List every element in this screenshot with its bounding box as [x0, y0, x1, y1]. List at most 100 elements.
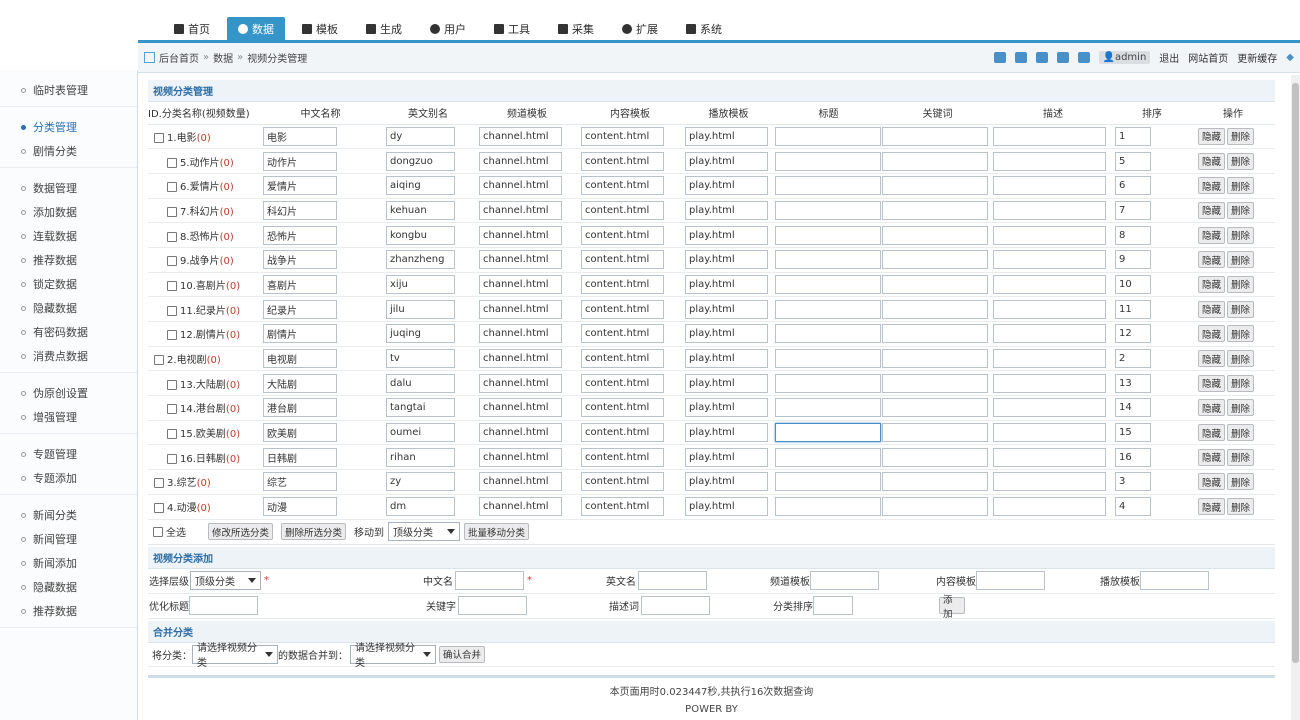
row-checkbox[interactable]	[167, 305, 177, 316]
sidebar-item[interactable]: 专题管理	[0, 442, 137, 466]
row-checkbox[interactable]	[167, 256, 177, 267]
description-input[interactable]	[993, 200, 1106, 220]
content-template-input[interactable]: content.html	[581, 373, 664, 393]
sort-input[interactable]: 6	[1115, 176, 1151, 196]
title-input[interactable]	[775, 324, 881, 344]
sidebar-item[interactable]: 新闻分类	[0, 503, 137, 527]
sort-input[interactable]	[813, 596, 853, 615]
content-template-input[interactable]: content.html	[581, 176, 664, 196]
sidebar-item[interactable]: 专题添加	[0, 466, 137, 490]
sort-input[interactable]: 2	[1115, 349, 1151, 369]
cn-name-input[interactable]: 欧美剧	[263, 423, 337, 443]
keywords-input[interactable]	[882, 398, 988, 418]
cn-name-input[interactable]: 科幻片	[263, 200, 337, 220]
en-alias-input[interactable]: zy	[386, 472, 455, 492]
row-checkbox[interactable]	[167, 280, 177, 291]
delete-button[interactable]: 删除	[1227, 201, 1255, 219]
sort-input[interactable]: 16	[1115, 447, 1151, 467]
content-template-input[interactable]: content.html	[581, 472, 664, 492]
category-name[interactable]: 欧美剧	[196, 429, 226, 440]
keywords-input[interactable]	[882, 349, 988, 369]
description-input[interactable]	[993, 324, 1106, 344]
title-input[interactable]	[775, 176, 881, 196]
en-alias-input[interactable]: juqing	[386, 324, 455, 344]
keywords-input[interactable]	[882, 176, 988, 196]
sidebar-item[interactable]: 有密码数据	[0, 320, 137, 344]
category-name[interactable]: 爱情片	[190, 182, 220, 193]
content-template-input[interactable]: content.html	[581, 398, 664, 418]
nav-tab-8[interactable]: 系统	[675, 17, 733, 40]
channel-template-input[interactable]: channel.html	[479, 472, 562, 492]
scrollbar[interactable]	[1291, 75, 1300, 720]
delete-button[interactable]: 删除	[1227, 399, 1255, 417]
en-alias-input[interactable]: rihan	[386, 447, 455, 467]
delete-button[interactable]: 删除	[1227, 325, 1255, 343]
keywords-input[interactable]	[882, 472, 988, 492]
category-name[interactable]: 恐怖片	[190, 232, 220, 243]
play-template-input[interactable]: play.html	[685, 299, 768, 319]
hide-button[interactable]: 隐藏	[1198, 275, 1226, 293]
row-checkbox[interactable]	[154, 132, 164, 143]
channel-template-input[interactable]: channel.html	[479, 423, 562, 443]
description-input[interactable]	[993, 472, 1106, 492]
description-input[interactable]	[993, 447, 1106, 467]
cn-name-input[interactable]: 剧情片	[263, 324, 337, 344]
description-input[interactable]	[993, 423, 1106, 443]
channel-template-input[interactable]: channel.html	[479, 126, 562, 146]
keywords-input[interactable]	[882, 225, 988, 245]
title-input[interactable]	[775, 151, 881, 171]
play-template-input[interactable]: play.html	[685, 274, 768, 294]
content-template-input[interactable]: content.html	[581, 151, 664, 171]
breadcrumb-data[interactable]: 数据	[213, 50, 233, 65]
category-name[interactable]: 动作片	[190, 158, 220, 169]
category-name[interactable]: 剧情片	[196, 330, 226, 341]
sidebar-item[interactable]: 添加数据	[0, 200, 137, 224]
row-checkbox[interactable]	[167, 182, 177, 193]
content-template-input[interactable]: content.html	[581, 497, 664, 517]
scrollbar-thumb[interactable]	[1292, 83, 1299, 663]
play-template-input[interactable]: play.html	[685, 250, 768, 270]
calendar-icon[interactable]	[1077, 52, 1090, 63]
cn-name-input[interactable]	[455, 571, 524, 590]
cn-name-input[interactable]: 大陆剧	[263, 373, 337, 393]
breadcrumb-home[interactable]: 后台首页	[159, 50, 199, 65]
delete-button[interactable]: 删除	[1227, 498, 1255, 516]
logout-link[interactable]: 退出	[1159, 50, 1179, 65]
forward-icon[interactable]	[1035, 52, 1048, 63]
cn-name-input[interactable]: 战争片	[263, 250, 337, 270]
sort-input[interactable]: 14	[1115, 398, 1151, 418]
play-template-input[interactable]: play.html	[685, 176, 768, 196]
delete-selected-button[interactable]: 删除所选分类	[281, 523, 347, 540]
keywords-input[interactable]	[882, 299, 988, 319]
play-template-input[interactable]: play.html	[685, 324, 768, 344]
description-input[interactable]	[993, 126, 1106, 146]
description-input[interactable]	[993, 176, 1106, 196]
title-input[interactable]	[775, 497, 881, 517]
keywords-input[interactable]	[882, 324, 988, 344]
cn-name-input[interactable]: 动作片	[263, 151, 337, 171]
nav-tab-1[interactable]: 数据	[227, 17, 285, 40]
sidebar-item[interactable]: 推荐数据	[0, 599, 137, 623]
category-name[interactable]: 动漫	[177, 503, 197, 514]
delete-button[interactable]: 删除	[1227, 152, 1255, 170]
keywords-input[interactable]	[882, 447, 988, 467]
sort-input[interactable]: 1	[1115, 126, 1151, 146]
keywords-input[interactable]	[458, 596, 527, 615]
sidebar-item[interactable]: 增强管理	[0, 405, 137, 429]
en-alias-input[interactable]: kehuan	[386, 200, 455, 220]
play-template-input[interactable]: play.html	[685, 200, 768, 220]
sort-input[interactable]: 4	[1115, 497, 1151, 517]
cn-name-input[interactable]: 综艺	[263, 472, 337, 492]
channel-template-input[interactable]	[810, 571, 879, 590]
title-input[interactable]	[775, 373, 881, 393]
sort-input[interactable]: 10	[1115, 274, 1151, 294]
play-template-input[interactable]: play.html	[685, 497, 768, 517]
title-input[interactable]	[775, 200, 881, 220]
content-template-input[interactable]: content.html	[581, 225, 664, 245]
en-alias-input[interactable]: zhanzheng	[386, 250, 455, 270]
channel-template-input[interactable]: channel.html	[479, 447, 562, 467]
category-name[interactable]: 港台剧	[196, 404, 226, 415]
description-input[interactable]	[993, 299, 1106, 319]
channel-template-input[interactable]: channel.html	[479, 373, 562, 393]
hide-button[interactable]: 隐藏	[1198, 350, 1226, 368]
